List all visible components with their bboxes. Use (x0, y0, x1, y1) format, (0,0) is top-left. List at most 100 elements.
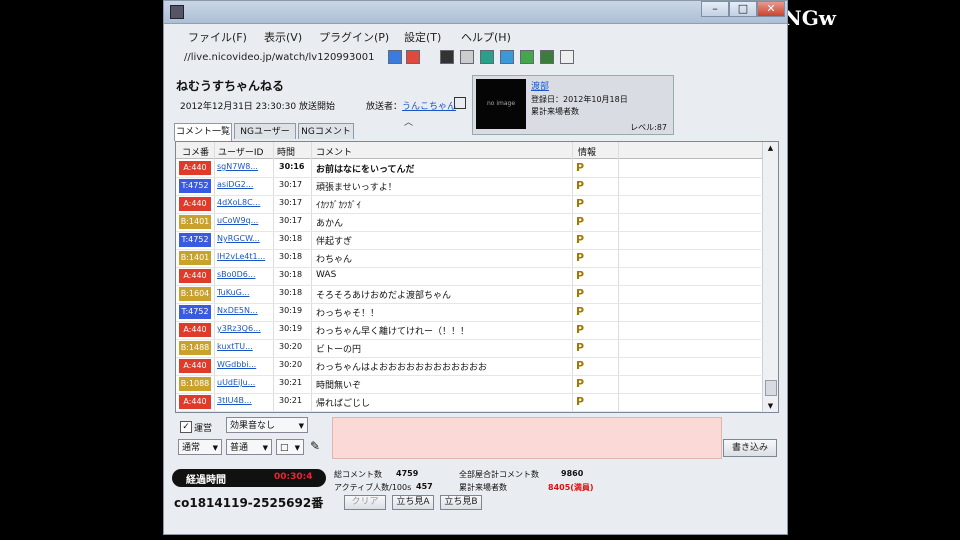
table-row[interactable]: A:440 4dXoL8C... 30:17 ｲｶﾂｶﾞｶﾂｶﾞｲ P (176, 195, 761, 214)
user-id-link[interactable]: lH2vLe4t1... (217, 252, 267, 261)
table-header: コメ番 ユーザーID 時間 コメント 情報 (176, 142, 778, 159)
user-id-link[interactable]: y3Rz3Q6... (217, 324, 267, 333)
comment-number-badge: B:1088 (179, 377, 211, 391)
broadcaster-link[interactable]: うんこちゃん (402, 102, 456, 112)
settings-icon[interactable] (560, 50, 574, 64)
table-row[interactable]: B:1604 TuKuG... 30:18 そろそろあけおめだよ渡部ちゃん P (176, 285, 761, 304)
comment-text: わちゃん (316, 255, 353, 265)
table-row[interactable]: A:440 sBo0D6... 30:18 WAS P (176, 267, 761, 286)
operator-checkbox[interactable]: ✓ (180, 421, 192, 433)
comment-time: 30:16 (279, 162, 305, 171)
comment-time: 30:20 (279, 342, 303, 351)
tab-ng-comments[interactable]: NGコメント (298, 123, 354, 139)
comment-number-badge: A:440 (179, 197, 211, 211)
comment-time: 30:18 (279, 252, 303, 261)
comment-text: わっちゃそ！！ (316, 309, 380, 319)
mode-select[interactable]: 通常 ▼ (178, 439, 222, 455)
chevron-down-icon: ▼ (298, 422, 304, 430)
player-icon[interactable] (440, 50, 454, 64)
menu-file[interactable]: ファイル(F) (188, 29, 247, 45)
user-id-link[interactable]: uCoW9q... (217, 216, 267, 225)
user-id-link[interactable]: sBo0D6... (217, 270, 267, 279)
mode-value: 通常 (182, 443, 201, 453)
user-id-link[interactable]: NyRGCW... (217, 234, 267, 243)
menu-settings[interactable]: 設定(T) (404, 29, 441, 45)
premium-icon: P (576, 341, 585, 354)
standing-b-button[interactable]: 立ち見B (440, 495, 482, 510)
comment-number-badge: T:4752 (179, 179, 211, 193)
comment-text: ビトーの円 (316, 345, 362, 355)
title-bar: – □ ✕ (164, 1, 787, 24)
maximize-button[interactable]: □ (729, 1, 757, 17)
menu-view[interactable]: 表示(V) (264, 29, 302, 45)
position-select[interactable]: 普通 ▼ (226, 439, 272, 455)
write-button[interactable]: 書き込み (723, 439, 777, 457)
minimize-button[interactable]: – (701, 1, 729, 17)
calendar-icon[interactable] (454, 97, 466, 109)
chevron-up-icon[interactable]: ︿ (404, 115, 413, 128)
comment-time: 30:19 (279, 324, 303, 333)
table-row[interactable]: T:4752 NxDE5N... 30:19 わっちゃそ！！ P (176, 303, 761, 322)
premium-icon: P (576, 287, 585, 300)
header-info[interactable]: 情報 (578, 145, 596, 158)
menu-help[interactable]: ヘルプ(H) (461, 29, 511, 45)
menu-plugin[interactable]: プラグイン(P) (319, 29, 389, 45)
user-name-link[interactable]: 渡部 (531, 79, 549, 92)
user-id-link[interactable]: TuKuG... (217, 288, 267, 297)
tool-icon-a[interactable] (480, 50, 494, 64)
tool-icon-c[interactable] (520, 50, 534, 64)
user-id-link[interactable]: asiDG2... (217, 180, 267, 189)
blank-icon[interactable] (460, 50, 474, 64)
connect-icon[interactable] (388, 50, 402, 64)
table-row[interactable]: B:1088 uUdEiJu... 30:21 時間無いぞ P (176, 375, 761, 394)
table-row[interactable]: B:1401 uCoW9q... 30:17 あかん P (176, 213, 761, 232)
total-comment-label: 全部屋合計コメント数 (459, 470, 539, 479)
user-id-link[interactable]: 4dXoL8C... (217, 198, 267, 207)
scroll-down-icon[interactable]: ▼ (763, 400, 778, 412)
tool-icon-d[interactable] (540, 50, 554, 64)
tab-comment-list[interactable]: コメント一覧 (174, 123, 232, 141)
tool-icon-b[interactable] (500, 50, 514, 64)
comment-time: 30:18 (279, 270, 303, 279)
user-id-link[interactable]: kuxtTU... (217, 342, 267, 351)
table-row[interactable]: B:1401 lH2vLe4t1... 30:18 わちゃん P (176, 249, 761, 268)
user-id-link[interactable]: NxDE5N... (217, 306, 267, 315)
standing-a-button[interactable]: 立ち見A (392, 495, 434, 510)
user-id-link[interactable]: WGdbbi... (217, 360, 267, 369)
vertical-scrollbar[interactable]: ▲ ▼ (762, 142, 778, 412)
premium-icon: P (576, 377, 585, 390)
table-row[interactable]: B:1488 kuxtTU... 30:20 ビトーの円 P (176, 339, 761, 358)
header-time[interactable]: 時間 (277, 145, 295, 158)
table-row[interactable]: T:4752 NyRGCW... 30:18 伴起すぎ P (176, 231, 761, 250)
user-id-link[interactable]: uUdEiJu... (217, 378, 267, 387)
color-select[interactable]: □ ▼ (276, 439, 304, 455)
user-id-link[interactable]: 3tIU4B... (217, 396, 267, 405)
channel-name: ねむうすちゃんねる (176, 79, 285, 93)
scroll-thumb[interactable] (765, 380, 777, 396)
color-value: □ (280, 443, 289, 453)
comment-input[interactable] (332, 417, 722, 459)
tab-ng-users[interactable]: NGユーザー (234, 123, 296, 139)
comment-text: わっちゃん早く離けてけれー（！！！ (316, 327, 470, 337)
plugin-icon[interactable]: ✎ (310, 439, 320, 453)
clear-button[interactable]: クリア (344, 495, 386, 510)
user-id-link[interactable]: sgN7W8... (217, 162, 267, 171)
table-row[interactable]: A:440 WGdbbi... 30:20 わっちゃんはよおおおおおおおおおおおお P (176, 357, 761, 376)
comment-time: 30:19 (279, 306, 303, 315)
comment-text: 伴起すぎ (316, 237, 353, 247)
scroll-up-icon[interactable]: ▲ (763, 142, 778, 154)
table-row[interactable]: A:440 3tIU4B... 30:21 帰ればごじし P (176, 393, 761, 412)
table-row[interactable]: T:4752 asiDG2... 30:17 頑張ませいっすよ！ P (176, 177, 761, 196)
header-comment[interactable]: コメント (316, 145, 352, 158)
header-number[interactable]: コメ番 (182, 145, 209, 158)
comment-number-badge: B:1488 (179, 341, 211, 355)
sound-effect-select[interactable]: 効果音なし ▼ (226, 417, 308, 433)
comment-controls: ✓ 運営 効果音なし ▼ 通常 ▼ 普通 ▼ □ ▼ ✎ 書き込み (164, 415, 787, 465)
user-level: レベル:87 (630, 123, 667, 132)
table-row[interactable]: A:440 sgN7W8... 30:16 お前はなにをいってんだ P (176, 159, 761, 178)
table-row[interactable]: A:440 y3Rz3Q6... 30:19 わっちゃん早く離けてけれー（！！！ P (176, 321, 761, 340)
close-button[interactable]: ✕ (757, 1, 785, 17)
header-user-id[interactable]: ユーザーID (218, 145, 263, 158)
disconnect-icon[interactable] (406, 50, 420, 64)
url-field[interactable]: //live.nicovideo.jp/watch/lv120993001 (184, 52, 374, 63)
